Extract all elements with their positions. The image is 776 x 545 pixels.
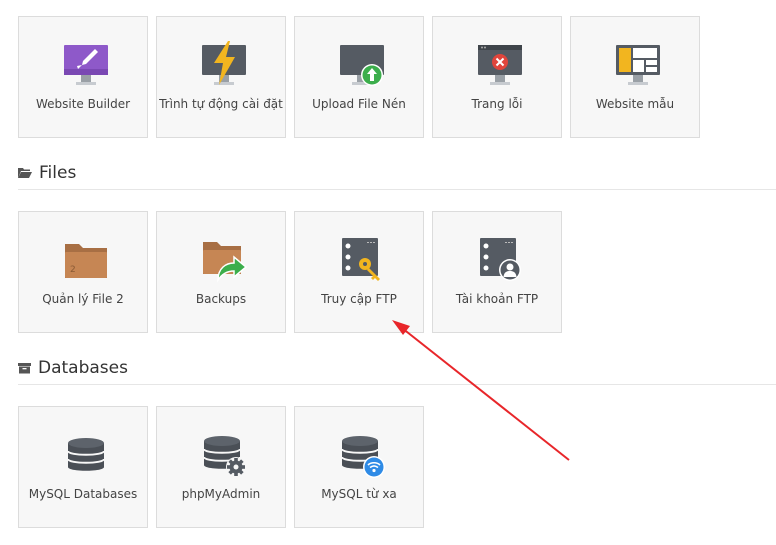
phpmyadmin-icon bbox=[200, 431, 248, 479]
tile-label: Tài khoản FTP bbox=[455, 292, 539, 306]
website-builder-icon bbox=[62, 41, 110, 89]
section-title-text: Files bbox=[39, 163, 77, 183]
tile-error-page[interactable]: Trang lỗi bbox=[432, 16, 562, 138]
tile-ftp-access[interactable]: Truy cập FTP bbox=[294, 211, 424, 333]
section-divider bbox=[18, 384, 776, 385]
tile-website-builder[interactable]: Website Builder bbox=[18, 16, 148, 138]
tile-mysql-databases[interactable]: MySQL Databases bbox=[18, 406, 148, 528]
tile-label: phpMyAdmin bbox=[181, 487, 261, 501]
auto-installer-icon bbox=[200, 41, 248, 89]
tile-website-template[interactable]: Website mẫu bbox=[570, 16, 700, 138]
tile-label: Quản lý File 2 bbox=[42, 292, 124, 306]
backups-icon bbox=[200, 236, 248, 284]
ftp-access-icon bbox=[338, 236, 386, 284]
tile-file-manager[interactable]: 2 Quản lý File 2 bbox=[18, 211, 148, 333]
tile-label: Upload File Nén bbox=[312, 97, 406, 111]
tile-auto-installer[interactable]: Trình tự động cài đặt bbox=[156, 16, 286, 138]
tile-backups[interactable]: Backups bbox=[156, 211, 286, 333]
file-manager-icon: 2 bbox=[62, 236, 110, 284]
tile-label: Website mẫu bbox=[595, 97, 675, 111]
website-template-icon bbox=[614, 41, 662, 89]
section-title-text: Databases bbox=[38, 358, 128, 378]
remote-mysql-icon bbox=[338, 431, 386, 479]
tile-label: Trang lỗi bbox=[471, 97, 523, 111]
tile-label: Trình tự động cài đặt bbox=[159, 97, 283, 111]
upload-archive-icon bbox=[338, 41, 386, 89]
folder-open-icon bbox=[18, 167, 32, 179]
error-page-icon bbox=[476, 41, 524, 89]
mysql-databases-icon bbox=[62, 431, 110, 479]
section-title-databases: Databases bbox=[18, 358, 128, 378]
tile-label: MySQL từ xa bbox=[321, 487, 397, 501]
tile-label: MySQL Databases bbox=[28, 487, 138, 501]
svg-text:2: 2 bbox=[70, 265, 76, 275]
tile-label: Backups bbox=[195, 292, 247, 306]
archive-box-icon bbox=[18, 362, 31, 374]
tile-phpmyadmin[interactable]: phpMyAdmin bbox=[156, 406, 286, 528]
tile-label: Website Builder bbox=[35, 97, 131, 111]
section-divider bbox=[18, 189, 776, 190]
ftp-accounts-icon bbox=[476, 236, 524, 284]
tile-remote-mysql[interactable]: MySQL từ xa bbox=[294, 406, 424, 528]
tile-ftp-accounts[interactable]: Tài khoản FTP bbox=[432, 211, 562, 333]
section-title-files: Files bbox=[18, 163, 76, 183]
tile-upload-archive[interactable]: Upload File Nén bbox=[294, 16, 424, 138]
tile-label: Truy cập FTP bbox=[321, 292, 397, 306]
